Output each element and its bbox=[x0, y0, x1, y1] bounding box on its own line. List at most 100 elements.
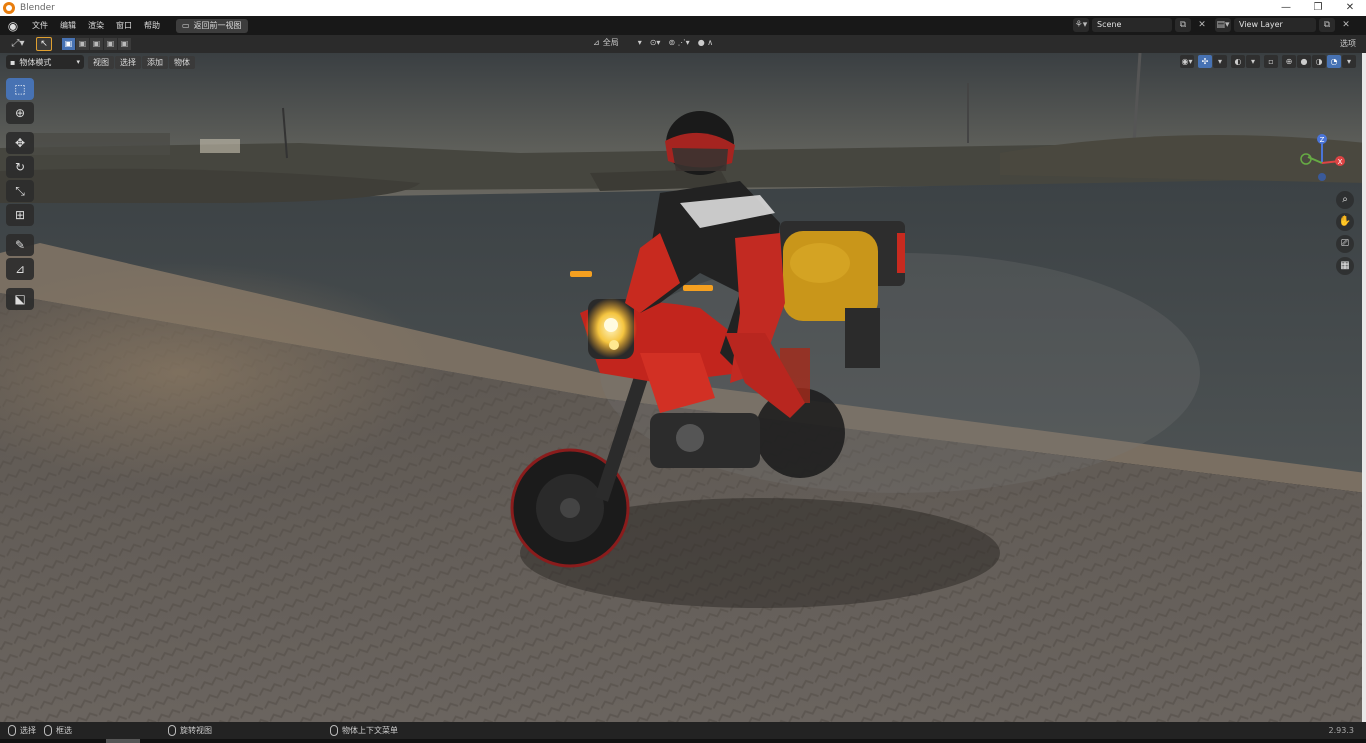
options-dropdown[interactable]: 选项 bbox=[1340, 38, 1356, 49]
screen-icon: ▭ bbox=[182, 21, 190, 30]
gizmo-y-axis[interactable] bbox=[1300, 153, 1312, 165]
overlay-toggle-icon[interactable]: ◐ bbox=[1231, 55, 1245, 68]
chevron-down-icon: ▾ bbox=[637, 38, 642, 47]
scene-name-field[interactable]: Scene bbox=[1092, 18, 1172, 32]
transform-controls: ⊿ 全局 ▾ ⊙▾ ⊚ ⋰▾ ● ∧ bbox=[593, 37, 713, 48]
delete-view-layer-icon[interactable]: ✕ bbox=[1338, 18, 1354, 32]
view-layer-name-field[interactable]: View Layer bbox=[1234, 18, 1316, 32]
viewport-menu: 视图 选择 添加 物体 bbox=[88, 55, 195, 69]
status-rotate-view: 旋转视图 bbox=[168, 725, 212, 736]
gizmo-dropdown-icon[interactable]: ▾ bbox=[1213, 55, 1227, 68]
window-edge bbox=[1362, 53, 1366, 722]
status-context-menu: 物体上下文菜单 bbox=[330, 725, 398, 736]
status-bar: 选择 框选 旋转视图 物体上下文菜单 2.93.3 bbox=[0, 722, 1366, 739]
gizmo-toggle-icon[interactable]: ✣ bbox=[1198, 55, 1212, 68]
move-icon[interactable]: ✥ bbox=[6, 132, 34, 154]
chevron-down-icon: ▾ bbox=[76, 58, 80, 66]
viewport-header: ⤢▾ ↖ ▣ ▣ ▣ ▣ ▣ ⊿ 全局 ▾ ⊙▾ ⊚ ⋰▾ ● ∧ 选项 bbox=[0, 35, 1366, 53]
window-titlebar: Blender — ❐ ✕ bbox=[0, 0, 1366, 16]
menu-window[interactable]: 窗口 bbox=[110, 20, 138, 31]
zoom-icon[interactable]: ⌕ bbox=[1336, 191, 1354, 209]
select-new-icon[interactable]: ▣ bbox=[62, 38, 75, 50]
mouse-right-icon bbox=[330, 725, 338, 736]
taskbar-strip bbox=[0, 739, 1366, 743]
navigation-tools: ⌕ ✋ ⎚ ▦ bbox=[1336, 191, 1354, 275]
status-select: 选择 bbox=[8, 725, 36, 736]
cursor-select-icon[interactable]: ⬚ bbox=[6, 78, 34, 100]
rendered-scene bbox=[0, 53, 1366, 722]
object-mode-icon: ▪ bbox=[10, 57, 16, 67]
menu-render[interactable]: 渲染 bbox=[82, 20, 110, 31]
camera-icon[interactable]: ⎚ bbox=[1336, 235, 1354, 253]
wireframe-shading-icon[interactable]: ⊕ bbox=[1282, 55, 1296, 68]
mouse-drag-icon bbox=[44, 725, 52, 736]
delete-scene-icon[interactable]: ✕ bbox=[1194, 18, 1210, 32]
top-menubar: ◉ 文件 编辑 渲染 窗口 帮助 ▭ 返回前一视图 ⚘▾ Scene ⧉ ✕ ▤… bbox=[0, 16, 1366, 35]
annotate-icon[interactable]: ✎ bbox=[6, 234, 34, 256]
menu-file[interactable]: 文件 bbox=[26, 20, 54, 31]
menu-view[interactable]: 视图 bbox=[88, 55, 114, 69]
editor-type-icon[interactable]: ⤢▾ bbox=[6, 37, 30, 51]
status-context-menu-label: 物体上下文菜单 bbox=[342, 726, 398, 735]
xray-icon[interactable]: ▫ bbox=[1264, 55, 1278, 68]
tool-shelf: ⬚ ⊕ ✥ ↻ ⤡ ⊞ ✎ ⊿ ⬕ bbox=[6, 78, 34, 310]
grid-view-icon[interactable]: ▦ bbox=[1336, 257, 1354, 275]
scene-browse-icon[interactable]: ⚘▾ bbox=[1073, 18, 1089, 32]
scale-icon[interactable]: ⤡ bbox=[6, 180, 34, 202]
close-button[interactable]: ✕ bbox=[1334, 0, 1366, 16]
menu-select[interactable]: 选择 bbox=[115, 55, 141, 69]
select-extend-icon[interactable]: ▣ bbox=[76, 38, 89, 50]
solid-shading-icon[interactable]: ● bbox=[1297, 55, 1311, 68]
shading-controls: ◉▾ ✣ ▾ ◐ ▾ ▫ ⊕ ● ◑ ◔ ▾ bbox=[1180, 55, 1356, 68]
material-shading-icon[interactable]: ◑ bbox=[1312, 55, 1326, 68]
window-title: Blender bbox=[20, 3, 55, 13]
orientation-icon: ⊿ bbox=[593, 38, 600, 47]
select-invert-icon[interactable]: ▣ bbox=[104, 38, 117, 50]
3d-viewport[interactable]: Z X ⌕ ✋ ⎚ ▦ bbox=[0, 53, 1366, 722]
status-rotate-view-label: 旋转视图 bbox=[180, 726, 212, 735]
measure-icon[interactable]: ⊿ bbox=[6, 258, 34, 280]
version-label: 2.93.3 bbox=[1328, 726, 1354, 735]
new-view-layer-icon[interactable]: ⧉ bbox=[1319, 18, 1335, 32]
snap-toggle[interactable]: ⊚ ⋰▾ bbox=[668, 38, 689, 47]
blender-logo-icon bbox=[3, 2, 15, 14]
taskbar-item[interactable] bbox=[106, 739, 140, 743]
transform-orientation-dropdown[interactable]: ⊿ 全局 ▾ bbox=[593, 37, 642, 48]
transform-orientation-label: 全局 bbox=[602, 38, 619, 47]
select-tool-icon[interactable]: ↖ bbox=[36, 37, 52, 51]
scene-selector: ⚘▾ Scene ⧉ ✕ bbox=[1073, 18, 1210, 32]
status-box-select-label: 框选 bbox=[56, 726, 72, 735]
gizmo-z-label: Z bbox=[1320, 136, 1325, 144]
view-layer-selector: ▤▾ View Layer ⧉ ✕ bbox=[1215, 18, 1354, 32]
menu-object[interactable]: 物体 bbox=[169, 55, 195, 69]
window-controls: — ❐ ✕ bbox=[1270, 0, 1366, 16]
shading-dropdown-icon[interactable]: ▾ bbox=[1342, 55, 1356, 68]
restore-button[interactable]: ❐ bbox=[1302, 0, 1334, 16]
navigation-gizmo[interactable]: Z X bbox=[1298, 133, 1346, 191]
menu-add[interactable]: 添加 bbox=[142, 55, 168, 69]
new-scene-icon[interactable]: ⧉ bbox=[1175, 18, 1191, 32]
gizmo-neg-z-axis[interactable] bbox=[1318, 173, 1326, 181]
rotate-icon[interactable]: ↻ bbox=[6, 156, 34, 178]
add-cube-icon[interactable]: ⬕ bbox=[6, 288, 34, 310]
overlay-dropdown-icon[interactable]: ▾ bbox=[1246, 55, 1260, 68]
pivot-point-dropdown[interactable]: ⊙▾ bbox=[650, 38, 661, 47]
pan-hand-icon[interactable]: ✋ bbox=[1336, 213, 1354, 231]
visibility-icon[interactable]: ◉▾ bbox=[1180, 55, 1194, 68]
menu-help[interactable]: 帮助 bbox=[138, 20, 166, 31]
proportional-edit-toggle[interactable]: ● ∧ bbox=[698, 38, 713, 47]
minimize-button[interactable]: — bbox=[1270, 0, 1302, 16]
transform-icon[interactable]: ⊞ bbox=[6, 204, 34, 226]
menu-edit[interactable]: 编辑 bbox=[54, 20, 82, 31]
view-layer-browse-icon[interactable]: ▤▾ bbox=[1215, 18, 1231, 32]
mouse-left-icon bbox=[8, 725, 16, 736]
blender-menu-icon[interactable]: ◉ bbox=[6, 19, 20, 33]
status-select-label: 选择 bbox=[20, 726, 36, 735]
select-subtract-icon[interactable]: ▣ bbox=[90, 38, 103, 50]
back-to-previous-button[interactable]: ▭ 返回前一视图 bbox=[176, 18, 248, 33]
cursor-icon[interactable]: ⊕ bbox=[6, 102, 34, 124]
rendered-shading-icon[interactable]: ◔ bbox=[1327, 55, 1341, 68]
object-mode-dropdown[interactable]: ▪ 物体模式 ▾ bbox=[6, 55, 84, 69]
back-to-previous-label: 返回前一视图 bbox=[193, 21, 242, 30]
select-intersect-icon[interactable]: ▣ bbox=[118, 38, 131, 50]
